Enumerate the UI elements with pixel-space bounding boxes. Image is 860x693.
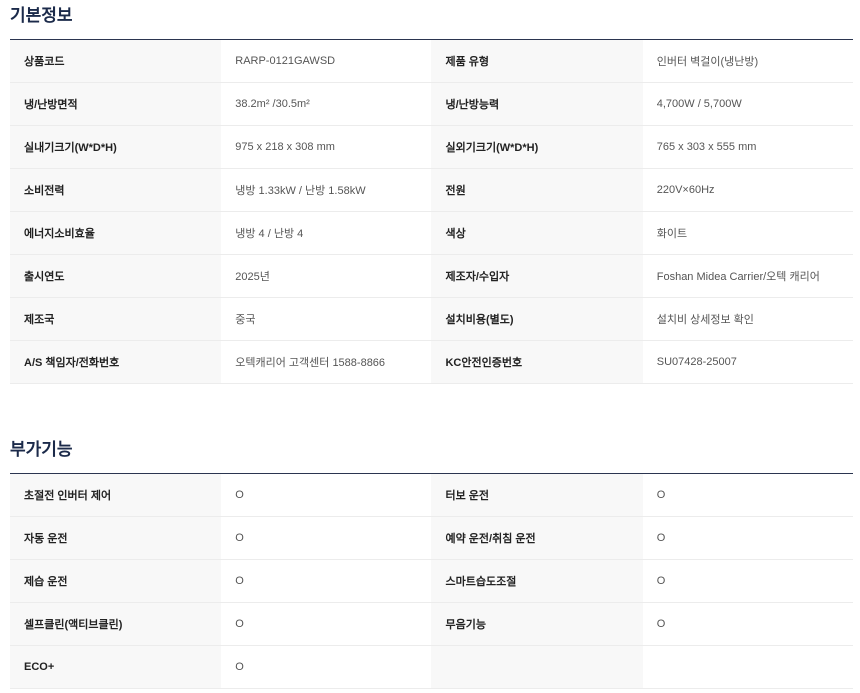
table-row: 셀프클린(액티브클린) O 무음기능 O: [10, 602, 853, 646]
spec-value: SU07428-25007: [642, 340, 853, 384]
spec-label: 소비전력: [10, 168, 222, 212]
spec-label: A/S 책임자/전화번호: [10, 340, 222, 384]
basic-info-section: 기본정보 상품코드 RARP-0121GAWSD 제품 유형 인버터 벽걸이(냉난방)…: [10, 2, 853, 384]
spec-label: 무음기능: [431, 602, 643, 646]
spec-value: O: [642, 602, 853, 646]
spec-value: 2025년: [221, 254, 432, 298]
spec-label: 냉/난방면적: [10, 82, 222, 126]
spec-value: 765 x 303 x 555 mm: [642, 125, 853, 169]
spec-label: [431, 645, 643, 689]
spec-label: 초절전 인버터 제어: [10, 473, 222, 517]
table-row: A/S 책임자/전화번호 오텍캐리어 고객센터 1588-8866 KC안전인증번호…: [10, 340, 853, 384]
spec-label: 전원: [431, 168, 643, 212]
spec-value: Foshan Midea Carrier/오텍 캐리어: [642, 254, 853, 298]
spec-label: 설치비용(별도): [431, 297, 643, 341]
table-row: ECO+ O: [10, 645, 853, 689]
table-row: 제습 운전 O 스마트습도조절 O: [10, 559, 853, 603]
spec-value: 냉방 1.33kW / 난방 1.58kW: [221, 168, 432, 212]
spec-value: 220V×60Hz: [642, 168, 853, 212]
spec-value: 38.2m² /30.5m²: [221, 82, 432, 126]
extra-features-table: 초절전 인버터 제어 O 터보 운전 O 자동 운전 O 예약 운전/취침 운전 O 제습 운전…: [10, 473, 853, 689]
spec-value: 오텍캐리어 고객센터 1588-8866: [221, 340, 432, 384]
spec-value: O: [221, 516, 432, 560]
spec-label: 제조자/수입자: [431, 254, 643, 298]
spec-value: 화이트: [642, 211, 853, 255]
spec-label: KC안전인증번호: [431, 340, 643, 384]
spec-value: 중국: [221, 297, 432, 341]
extra-features-body: 초절전 인버터 제어 O 터보 운전 O 자동 운전 O 예약 운전/취침 운전 O 제습 운전…: [10, 473, 853, 689]
spec-value: 975 x 218 x 308 mm: [221, 125, 432, 169]
spec-value: O: [221, 473, 432, 517]
spec-label: 터보 운전: [431, 473, 643, 517]
spec-label: 에너지소비효율: [10, 211, 222, 255]
spec-value: O: [642, 559, 853, 603]
spec-value: O: [221, 602, 432, 646]
extra-features-title: 부가기능: [10, 440, 73, 459]
extra-features-section: 부가기능 초절전 인버터 제어 O 터보 운전 O 자동 운전 O 예약 운전/취침 운전 O…: [10, 436, 853, 689]
table-row: 소비전력 냉방 1.33kW / 난방 1.58kW 전원 220V×60Hz: [10, 168, 853, 212]
spec-label: 셀프클린(액티브클린): [10, 602, 222, 646]
spec-label: 예약 운전/취침 운전: [431, 516, 643, 560]
spec-value: [642, 645, 853, 689]
spec-value: 인버터 벽걸이(냉난방): [642, 39, 853, 83]
table-row: 상품코드 RARP-0121GAWSD 제품 유형 인버터 벽걸이(냉난방): [10, 39, 853, 83]
spec-value: 냉방 4 / 난방 4: [221, 211, 432, 255]
spec-label: 스마트습도조절: [431, 559, 643, 603]
spec-value: O: [221, 559, 432, 603]
spec-value: 4,700W / 5,700W: [642, 82, 853, 126]
spec-value: O: [642, 473, 853, 517]
spec-label: 자동 운전: [10, 516, 222, 560]
spec-label: 제조국: [10, 297, 222, 341]
spec-label: 색상: [431, 211, 643, 255]
spec-label: 출시연도: [10, 254, 222, 298]
table-row: 제조국 중국 설치비용(별도) 설치비 상세정보 확인: [10, 297, 853, 341]
spec-label: 실외기크기(W*D*H): [431, 125, 643, 169]
spec-value: RARP-0121GAWSD: [221, 39, 432, 83]
basic-info-table: 상품코드 RARP-0121GAWSD 제품 유형 인버터 벽걸이(냉난방) 냉/난방면…: [10, 39, 853, 384]
table-row: 출시연도 2025년 제조자/수입자 Foshan Midea Carrier/오텍 …: [10, 254, 853, 298]
spec-label: 실내기크기(W*D*H): [10, 125, 222, 169]
basic-info-title: 기본정보: [10, 6, 73, 25]
spec-label: ECO+: [10, 645, 222, 689]
table-row: 실내기크기(W*D*H) 975 x 218 x 308 mm 실외기크기(W*D*…: [10, 125, 853, 169]
spec-value: O: [642, 516, 853, 560]
table-row: 냉/난방면적 38.2m² /30.5m² 냉/난방능력 4,700W / 5,700…: [10, 82, 853, 126]
spec-value: 설치비 상세정보 확인: [642, 297, 853, 341]
spec-label: 냉/난방능력: [431, 82, 643, 126]
table-row: 자동 운전 O 예약 운전/취침 운전 O: [10, 516, 853, 560]
spec-label: 제습 운전: [10, 559, 222, 603]
table-row: 에너지소비효율 냉방 4 / 난방 4 색상 화이트: [10, 211, 853, 255]
basic-info-body: 상품코드 RARP-0121GAWSD 제품 유형 인버터 벽걸이(냉난방) 냉/난방면…: [10, 39, 853, 384]
table-row: 초절전 인버터 제어 O 터보 운전 O: [10, 473, 853, 517]
spec-label: 상품코드: [10, 39, 222, 83]
spec-label: 제품 유형: [431, 39, 643, 83]
spec-value: O: [221, 645, 432, 689]
